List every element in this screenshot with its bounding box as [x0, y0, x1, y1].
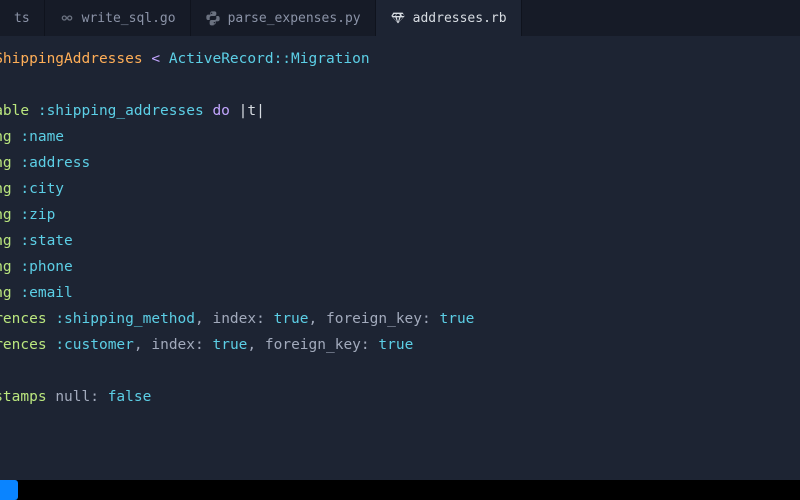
code-line: [0, 358, 800, 384]
taskbar: [0, 480, 800, 500]
code-area[interactable]: ateShippingAddresses < ActiveRecord::Mig…: [0, 36, 800, 480]
code-line: ateShippingAddresses < ActiveRecord::Mig…: [0, 46, 800, 72]
code-line: tring :city: [0, 176, 800, 202]
code-line: eferences :customer, index: true, foreig…: [0, 332, 800, 358]
tab-addresses-rb[interactable]: addresses.rb: [376, 0, 522, 36]
tab-write-sql-go[interactable]: write_sql.go: [45, 0, 191, 36]
ruby-icon: [390, 10, 406, 26]
code-editor: ts write_sql.go parse_expenses.py addres…: [0, 0, 800, 480]
code-line: tring :zip: [0, 202, 800, 228]
tab-bar: ts write_sql.go parse_expenses.py addres…: [0, 0, 800, 36]
tab-ts[interactable]: ts: [0, 0, 45, 36]
code-line: nge: [0, 72, 800, 98]
code-line: tring :email: [0, 280, 800, 306]
code-line: tring :state: [0, 228, 800, 254]
code-line: e_table :shipping_addresses do |t|: [0, 98, 800, 124]
taskbar-button[interactable]: [0, 480, 18, 500]
tab-label: parse_expenses.py: [228, 11, 361, 26]
tab-label: write_sql.go: [82, 11, 176, 26]
go-icon: [59, 10, 75, 26]
python-icon: [205, 10, 221, 26]
code-line: tring :name: [0, 124, 800, 150]
code-line: imestamps null: false: [0, 384, 800, 410]
tab-label: ts: [14, 11, 30, 26]
tab-parse-expenses-py[interactable]: parse_expenses.py: [191, 0, 376, 36]
code-line: tring :phone: [0, 254, 800, 280]
code-line: eferences :shipping_method, index: true,…: [0, 306, 800, 332]
tab-label: addresses.rb: [413, 11, 507, 26]
code-line: tring :address: [0, 150, 800, 176]
